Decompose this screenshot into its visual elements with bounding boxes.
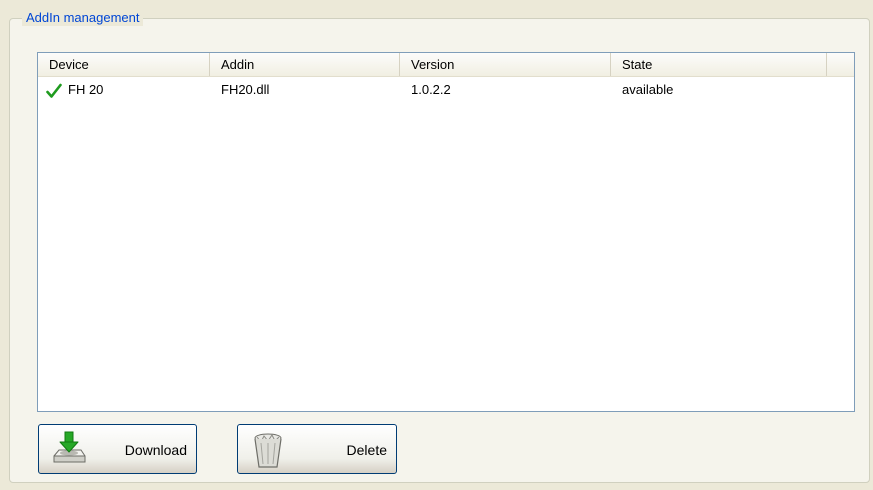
download-button-label: Download <box>124 442 187 458</box>
download-button[interactable]: Download <box>38 424 197 474</box>
column-header-addin[interactable]: Addin <box>210 53 400 76</box>
addin-cell: FH20.dll <box>221 82 270 97</box>
column-header-state[interactable]: State <box>611 53 827 76</box>
version-cell: 1.0.2.2 <box>411 82 451 97</box>
list-header: Device Addin Version State <box>38 53 854 77</box>
check-icon <box>46 83 62 99</box>
groupbox-title: AddIn management <box>22 10 144 26</box>
delete-button[interactable]: Delete <box>237 424 397 474</box>
column-header-version[interactable]: Version <box>400 53 611 76</box>
delete-button-label: Delete <box>346 442 387 458</box>
trash-icon <box>250 430 286 468</box>
column-header-device[interactable]: Device <box>38 53 210 76</box>
download-icon <box>51 430 87 468</box>
state-cell: available <box>622 82 674 97</box>
addin-list[interactable]: Device Addin Version State FH 20 FH20.dl… <box>37 52 855 412</box>
table-row[interactable]: FH 20 FH20.dll 1.0.2.2 available <box>38 79 854 101</box>
device-cell: FH 20 <box>68 82 104 97</box>
